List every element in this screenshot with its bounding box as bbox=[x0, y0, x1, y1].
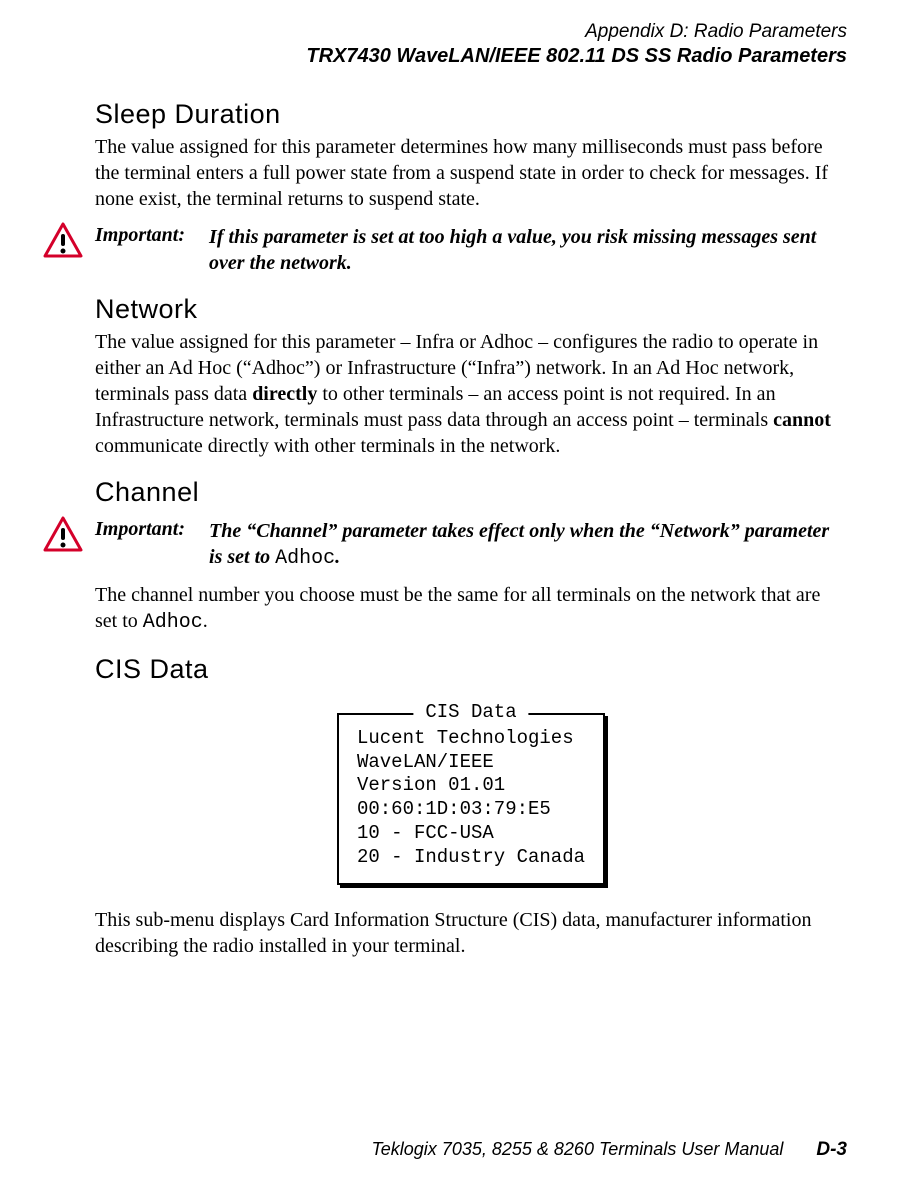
cis-data-box: CIS Data Lucent Technologies WaveLAN/IEE… bbox=[337, 713, 605, 886]
important-text: The “Channel” parameter takes effect onl… bbox=[209, 518, 847, 572]
heading-sleep-duration: Sleep Duration bbox=[95, 99, 847, 130]
section-line: TRX7430 WaveLAN/IEEE 802.11 DS SS Radio … bbox=[95, 44, 847, 69]
cis-line: Lucent Technologies bbox=[357, 727, 585, 751]
bold-cannot: cannot bbox=[773, 409, 831, 431]
paragraph-network: The value assigned for this parameter – … bbox=[95, 329, 847, 459]
heading-network: Network bbox=[95, 294, 847, 325]
paragraph-channel: The channel number you choose must be th… bbox=[95, 582, 847, 636]
cis-legend: CIS Data bbox=[413, 701, 528, 725]
text: . bbox=[203, 610, 208, 632]
important-label: Important: bbox=[95, 224, 185, 247]
paragraph-sleep: The value assigned for this parameter de… bbox=[95, 134, 847, 212]
page-footer: Teklogix 7035, 8255 & 8260 Terminals Use… bbox=[371, 1139, 847, 1161]
important-channel: Important: The “Channel” parameter takes… bbox=[95, 518, 847, 572]
code-adhoc: Adhoc bbox=[143, 611, 203, 634]
text: . bbox=[335, 546, 340, 568]
warning-icon bbox=[43, 516, 83, 552]
important-label: Important: bbox=[95, 518, 185, 541]
appendix-line: Appendix D: Radio Parameters bbox=[95, 20, 847, 44]
cis-line: 20 - Industry Canada bbox=[357, 846, 585, 870]
bold-directly: directly bbox=[252, 383, 317, 405]
heading-channel: Channel bbox=[95, 477, 847, 508]
paragraph-cis: This sub-menu displays Card Information … bbox=[95, 907, 847, 959]
manual-name: Teklogix 7035, 8255 & 8260 Terminals Use… bbox=[371, 1139, 783, 1159]
warning-icon bbox=[43, 222, 83, 258]
important-sleep: Important: If this parameter is set at t… bbox=[95, 224, 847, 276]
page-number: D-3 bbox=[816, 1139, 847, 1160]
cis-line: 00:60:1D:03:79:E5 bbox=[357, 798, 585, 822]
heading-cis-data: CIS Data bbox=[95, 654, 847, 685]
cis-line: Version 01.01 bbox=[357, 774, 585, 798]
code-adhoc: Adhoc bbox=[275, 547, 335, 570]
cis-line: WaveLAN/IEEE bbox=[357, 751, 585, 775]
page: Appendix D: Radio Parameters TRX7430 Wav… bbox=[0, 0, 919, 1197]
cis-box-wrap: CIS Data Lucent Technologies WaveLAN/IEE… bbox=[95, 699, 847, 886]
text: communicate directly with other terminal… bbox=[95, 435, 560, 457]
page-header: Appendix D: Radio Parameters TRX7430 Wav… bbox=[95, 20, 847, 69]
cis-line: 10 - FCC-USA bbox=[357, 822, 585, 846]
important-text: If this parameter is set at too high a v… bbox=[209, 224, 847, 276]
